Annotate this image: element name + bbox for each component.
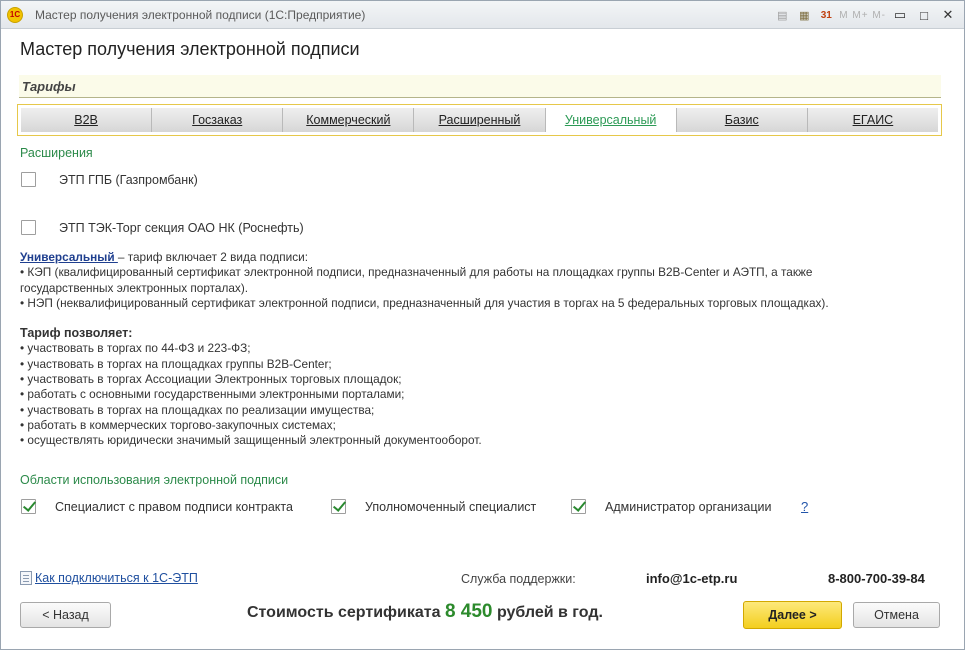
memory-buttons[interactable]: M M+ M- [839,10,886,21]
calendar-icon[interactable]: 31 [817,6,835,24]
allows-item: • осуществлять юридически значимый защищ… [20,433,482,448]
extension-gpb-label: ЭТП ГПБ (Газпромбанк) [59,173,198,187]
extension-tek-torg-checkbox[interactable] [21,220,36,235]
certificate-price: Стоимость сертификата 8 450 рублей в год… [247,601,603,622]
usage-signatory-checkbox[interactable] [21,499,36,514]
tariff-bullet: государственных электронных порталах). [20,280,249,295]
tariffs-header-label: Тарифы [22,79,76,94]
usage-authorized-checkbox[interactable] [331,499,346,514]
allows-item: • работать с основными государственными … [20,387,405,402]
maximize-icon[interactable]: □ [914,6,934,24]
extensions-label: Расширения [20,146,93,160]
page-title: Мастер получения электронной подписи [20,39,360,59]
usage-admin-label: Администратор организации [605,500,772,514]
tab-egais[interactable]: ЕГАИС [807,108,938,132]
support-email: info@1c-etp.ru [646,571,738,586]
calculator-icon[interactable]: ▦ [795,6,813,24]
tab-universal[interactable]: Универсальный [545,108,677,132]
usage-help-link[interactable]: ? [801,499,808,514]
tab-b2b[interactable]: B2B [21,108,153,132]
back-button[interactable]: < Назад [20,602,111,628]
allows-item: • участвовать в торгах по 44-ФЗ и 223-ФЗ… [20,341,251,356]
wizard-window: 1C Мастер получения электронной подписи … [0,0,965,650]
window-title: Мастер получения электронной подписи (1С… [35,8,366,22]
next-button[interactable]: Далее > [743,601,842,629]
tab-commercial[interactable]: Коммерческий [283,108,415,132]
usage-authorized-label: Уполномоченный специалист [365,500,537,514]
extension-tek-torg-label: ЭТП ТЭК-Торг секция ОАО НК (Роснефть) [59,221,304,235]
tariff-intro: Универсальный – тариф включает 2 вида по… [20,250,309,264]
tab-goszakaz[interactable]: Госзаказ [152,108,284,132]
tariff-description: Универсальный – тариф включает 2 вида по… [20,250,940,449]
howto-link[interactable]: Как подключиться к 1С-ЭТП [20,571,198,585]
tab-extended[interactable]: Расширенный [414,108,546,132]
price-amount: 8 450 [444,601,493,622]
allows-item: • участвовать в торгах Ассоциации Электр… [20,372,402,387]
support-label: Служба поддержки: [461,572,576,586]
howto-link-text[interactable]: Как подключиться к 1С-ЭТП [35,571,198,585]
tariff-tabs: B2B Госзаказ Коммерческий Расширенный Ун… [17,104,942,136]
tab-basis[interactable]: Базис [676,108,808,132]
cancel-button[interactable]: Отмена [853,602,940,628]
minimize-icon[interactable]: ▭ [890,6,910,24]
allows-item: • участвовать в торгах на площадках груп… [20,356,332,371]
extension-gpb-checkbox[interactable] [21,172,36,187]
document-icon [20,571,32,585]
tariff-bullet: • КЭП (квалифицированный сертификат элек… [20,265,813,280]
allows-item: • участвовать в торгах на площадках по р… [20,402,375,417]
tariff-bullet: • НЭП (неквалифицированный сертификат эл… [20,295,829,310]
title-bar: 1C Мастер получения электронной подписи … [1,1,964,29]
title-bar-tools: ▤ ▦ 31 M M+ M- ▭ □ ✕ [773,5,958,25]
tariff-keyword: Универсальный [20,250,118,264]
1c-logo-icon: 1C [7,7,23,23]
tariffs-group-header: Тарифы [19,75,941,98]
support-phone: 8-800-700-39-84 [828,571,925,586]
usage-label: Области использования электронной подпис… [20,473,289,487]
print-icon[interactable]: ▤ [773,6,791,24]
allows-item: • работать в коммерческих торгово-закупо… [20,417,336,432]
usage-signatory-label: Специалист с правом подписи контракта [55,500,293,514]
usage-admin-checkbox[interactable] [571,499,586,514]
allows-title: Тариф позволяет: [20,326,133,341]
close-icon[interactable]: ✕ [938,6,958,24]
